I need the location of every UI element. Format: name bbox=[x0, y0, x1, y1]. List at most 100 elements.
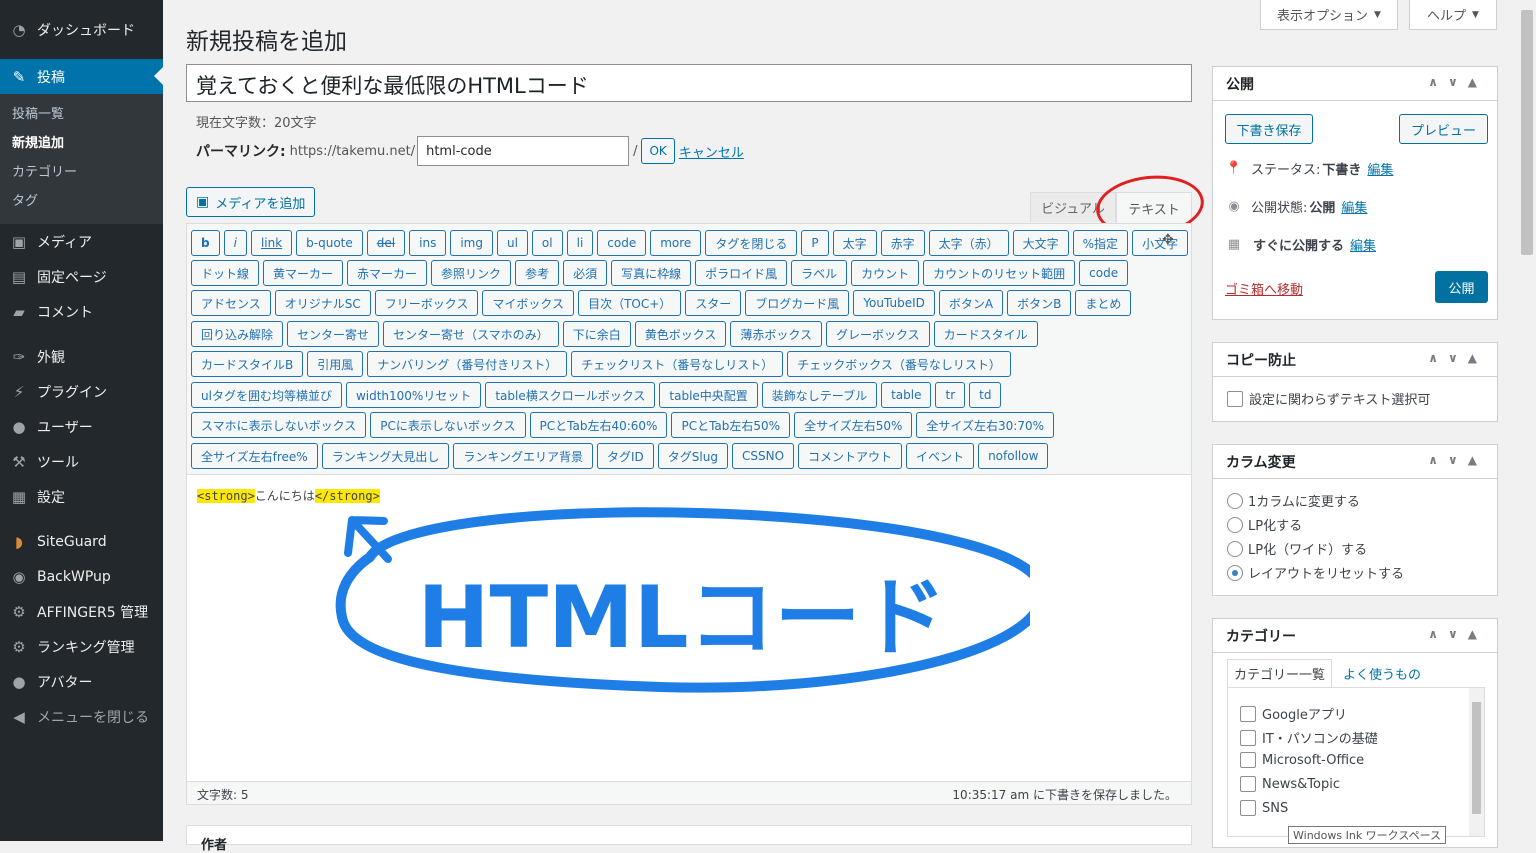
qt-button[interactable]: PCに表示しないボックス bbox=[370, 412, 526, 438]
qt-button[interactable]: 目次（TOC+） bbox=[578, 290, 682, 316]
category-item[interactable]: News&Topic bbox=[1240, 776, 1340, 792]
sidebar-item-avatar[interactable]: ● アバター bbox=[0, 664, 163, 699]
sidebar-item-tools[interactable]: ⚒ ツール bbox=[0, 444, 163, 479]
qt-button[interactable]: スマホに表示しないボックス bbox=[191, 412, 367, 438]
radio-button[interactable] bbox=[1227, 516, 1243, 533]
preview-button[interactable]: プレビュー bbox=[1399, 114, 1488, 144]
scrollbar-thumb[interactable] bbox=[1521, 10, 1533, 255]
scrollbar-thumb[interactable] bbox=[1472, 702, 1481, 814]
qt-button[interactable]: フリーボックス bbox=[374, 290, 479, 316]
qt-button[interactable]: PCとTab左右50% bbox=[671, 412, 791, 438]
box-controls-icon[interactable]: ∧∨▲ bbox=[1428, 351, 1487, 365]
publish-button[interactable]: 公開 bbox=[1435, 271, 1488, 303]
copy-protect-option[interactable]: 設定に関わらずテキスト選択可 bbox=[1227, 389, 1430, 408]
sidebar-item-plugins[interactable]: ⚡ プラグイン bbox=[0, 374, 163, 409]
box-controls-icon[interactable]: ∧∨▲ bbox=[1428, 627, 1487, 641]
qt-button[interactable]: 小文字 bbox=[1132, 230, 1189, 256]
qt-button[interactable]: 下に余白 bbox=[562, 321, 631, 347]
qt-button[interactable]: 黄マーカー bbox=[263, 260, 344, 286]
qt-button[interactable]: YouTubeID bbox=[853, 290, 935, 316]
qt-button[interactable]: i bbox=[223, 230, 247, 256]
qt-button[interactable]: ナンバリング（番号付きリスト） bbox=[367, 351, 568, 377]
submenu-add-new[interactable]: 新規追加 bbox=[0, 129, 163, 158]
sidebar-item-dashboard[interactable]: ◔ ダッシュボード bbox=[0, 12, 163, 47]
qt-button[interactable]: ulタグを囲む均等横並び bbox=[191, 382, 342, 408]
qt-button[interactable]: 全サイズ左右free% bbox=[191, 443, 318, 469]
qt-button[interactable]: 全サイズ左右50% bbox=[794, 412, 913, 438]
qt-button[interactable]: link bbox=[250, 230, 293, 256]
add-media-button[interactable]: ▣ メディアを追加 bbox=[186, 187, 316, 217]
sidebar-item-comments[interactable]: ▰ コメント bbox=[0, 294, 163, 329]
qt-button[interactable]: スター bbox=[685, 290, 742, 316]
tab-all-categories[interactable]: カテゴリー一覧 bbox=[1227, 659, 1333, 687]
fullscreen-icon[interactable]: ✥ bbox=[1162, 232, 1174, 248]
sidebar-item-appearance[interactable]: ✑ 外観 bbox=[0, 339, 163, 374]
page-scrollbar[interactable] bbox=[1519, 0, 1536, 841]
permalink-ok-button[interactable]: OK bbox=[641, 138, 675, 164]
category-item[interactable]: IT・パソコンの基礎 bbox=[1240, 728, 1378, 747]
qt-button[interactable]: イベント bbox=[906, 443, 975, 469]
qt-button[interactable]: 装飾なしテーブル bbox=[761, 382, 878, 408]
qt-button[interactable]: li bbox=[566, 230, 594, 256]
sidebar-item-users[interactable]: ● ユーザー bbox=[0, 409, 163, 444]
qt-button[interactable]: アドセンス bbox=[191, 290, 271, 316]
qt-button[interactable]: タグSlug bbox=[657, 443, 728, 469]
sidebar-item-ranking[interactable]: ⚙ ランキング管理 bbox=[0, 629, 163, 664]
submenu-tags[interactable]: タグ bbox=[0, 187, 163, 216]
qt-button[interactable]: ランキングエリア背景 bbox=[453, 443, 594, 469]
qt-button[interactable]: 薄赤ボックス bbox=[730, 321, 822, 347]
checkbox[interactable] bbox=[1240, 800, 1256, 816]
qt-button[interactable]: P bbox=[801, 230, 829, 256]
save-draft-button[interactable]: 下書き保存 bbox=[1225, 114, 1313, 144]
qt-button[interactable]: まとめ bbox=[1075, 290, 1132, 316]
qt-button[interactable]: PCとTab左右40:60% bbox=[529, 412, 668, 438]
screen-options-button[interactable]: 表示オプション ▼ bbox=[1260, 0, 1398, 30]
qt-button[interactable]: ul bbox=[496, 230, 528, 256]
checkbox[interactable] bbox=[1240, 729, 1256, 746]
qt-button[interactable]: ol bbox=[531, 230, 563, 256]
move-to-trash-link[interactable]: ゴミ箱へ移動 bbox=[1225, 279, 1303, 298]
collapse-menu-button[interactable]: ◀ メニューを閉じる bbox=[0, 699, 163, 734]
qt-button[interactable]: code bbox=[1079, 260, 1129, 286]
qt-button[interactable]: ラベル bbox=[791, 260, 848, 286]
qt-button[interactable]: 赤字 bbox=[880, 230, 925, 256]
edit-status-link[interactable]: 編集 bbox=[1367, 159, 1393, 178]
qt-button[interactable]: チェックボックス（番号なしリスト） bbox=[787, 351, 1011, 377]
submenu-all-posts[interactable]: 投稿一覧 bbox=[0, 100, 163, 129]
qt-button[interactable]: ポラロイド風 bbox=[695, 260, 788, 286]
qt-button[interactable]: カウントのリセット範囲 bbox=[923, 260, 1076, 286]
column-option[interactable]: LP化（ワイド）する bbox=[1227, 539, 1367, 558]
sidebar-item-siteguard[interactable]: ◗ SiteGuard bbox=[0, 524, 163, 559]
checkbox[interactable] bbox=[1240, 776, 1256, 792]
qt-button[interactable]: CSSNO bbox=[731, 443, 795, 469]
post-title-input[interactable]: 覚えておくと便利な最低限のHTMLコード bbox=[186, 64, 1192, 102]
qt-button[interactable]: ボタンA bbox=[938, 290, 1004, 316]
qt-button[interactable]: b-quote bbox=[296, 230, 363, 256]
qt-button[interactable]: ボタンB bbox=[1007, 290, 1072, 316]
qt-button[interactable]: チェックリスト（番号なしリスト） bbox=[571, 351, 784, 377]
qt-button[interactable]: コメントアウト bbox=[798, 443, 903, 469]
qt-button[interactable]: img bbox=[450, 230, 493, 256]
qt-button[interactable]: タグID bbox=[597, 443, 654, 469]
qt-button[interactable]: ins bbox=[409, 230, 447, 256]
qt-button[interactable]: table横スクロールボックス bbox=[485, 382, 656, 408]
qt-button[interactable]: td bbox=[969, 382, 1002, 408]
qt-button[interactable]: 必須 bbox=[563, 260, 608, 286]
qt-button[interactable]: 太字（赤） bbox=[928, 230, 1009, 256]
qt-button[interactable]: more bbox=[650, 230, 702, 256]
sidebar-item-media[interactable]: ▣ メディア bbox=[0, 224, 163, 259]
qt-button[interactable]: グレーボックス bbox=[825, 321, 930, 347]
qt-button[interactable]: 全サイズ左右30:70% bbox=[916, 412, 1055, 438]
qt-button[interactable]: table中央配置 bbox=[659, 382, 758, 408]
qt-button[interactable]: ブログカード風 bbox=[745, 290, 850, 316]
qt-button[interactable]: ランキング大見出し bbox=[321, 443, 450, 469]
qt-button[interactable]: 参考 bbox=[515, 260, 560, 286]
category-item[interactable]: Googleアプリ bbox=[1240, 704, 1347, 723]
permalink-cancel-link[interactable]: キャンセル bbox=[679, 142, 744, 161]
qt-button[interactable]: table bbox=[881, 382, 932, 408]
qt-button[interactable]: センター寄せ（スマホのみ） bbox=[383, 321, 559, 347]
qt-button[interactable]: マイボックス bbox=[482, 290, 575, 316]
qt-button[interactable]: %指定 bbox=[1072, 230, 1129, 256]
box-controls-icon[interactable]: ∧∨▲ bbox=[1428, 75, 1487, 89]
qt-button[interactable]: 黄色ボックス bbox=[634, 321, 727, 347]
